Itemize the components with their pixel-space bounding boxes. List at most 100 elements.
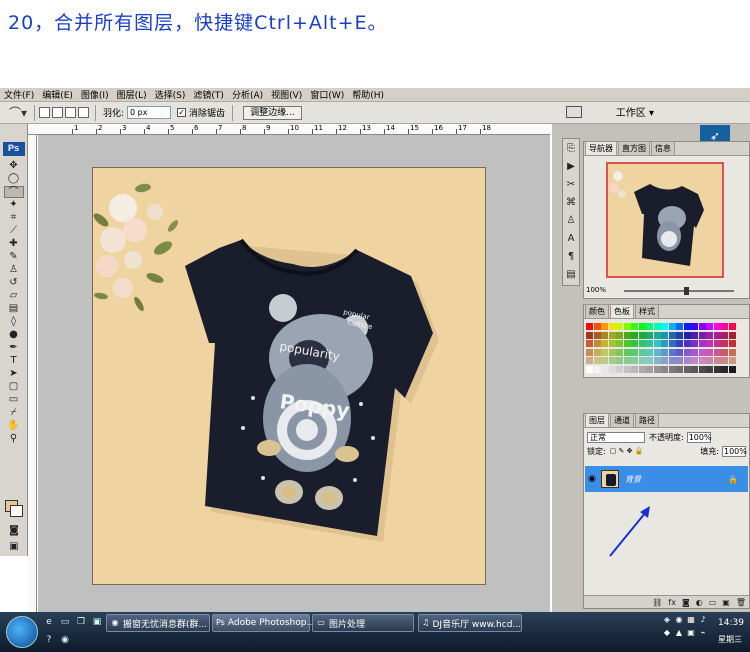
eyedropper-icon[interactable]: ⌿	[4, 407, 24, 419]
color-swatch[interactable]	[668, 357, 676, 364]
color-swatch[interactable]	[713, 323, 721, 330]
notes-tool-icon[interactable]: ▭	[4, 394, 24, 406]
color-swatch[interactable]	[653, 365, 661, 373]
color-swatch[interactable]	[713, 331, 721, 339]
color-swatch[interactable]	[601, 331, 608, 339]
color-swatch[interactable]	[661, 323, 668, 330]
opacity-input[interactable]: 100%	[686, 431, 712, 443]
color-swatch[interactable]	[608, 331, 616, 339]
color-swatch[interactable]	[601, 365, 608, 373]
color-swatch[interactable]	[653, 348, 661, 356]
blur-tool-icon[interactable]: ◊	[4, 316, 24, 328]
layer-row-background[interactable]: ◉ 背景 🔒	[585, 466, 748, 492]
menu-image[interactable]: 图像(I)	[77, 88, 113, 101]
color-swatch[interactable]	[706, 331, 713, 339]
new-selection-icon[interactable]	[39, 107, 50, 118]
color-swatch[interactable]	[728, 340, 736, 347]
color-swatch[interactable]	[691, 348, 698, 356]
color-swatch[interactable]	[721, 323, 728, 330]
color-swatch[interactable]	[661, 357, 668, 364]
tab-navigator[interactable]: 导航器	[585, 141, 617, 155]
subtract-selection-icon[interactable]	[65, 107, 76, 118]
actions-panel-icon[interactable]: ▶	[563, 159, 579, 175]
color-swatch[interactable]	[593, 331, 601, 339]
color-swatch[interactable]	[698, 365, 706, 373]
color-swatch[interactable]	[683, 357, 691, 364]
clone-stamp-icon[interactable]: ♙	[4, 264, 24, 276]
color-swatch[interactable]	[706, 340, 713, 347]
marquee-tool-icon[interactable]: ◯	[4, 173, 24, 185]
taskbar-item-photoshop[interactable]: Ps Adobe Photoshop...	[212, 614, 315, 632]
color-swatch[interactable]	[721, 365, 728, 373]
color-swatch[interactable]	[608, 340, 616, 347]
brushes-panel-icon[interactable]: ⌘	[563, 195, 579, 211]
color-swatch[interactable]	[638, 365, 646, 373]
color-swatch[interactable]	[623, 340, 631, 347]
color-swatch[interactable]	[706, 365, 713, 373]
background-color-swatch[interactable]	[10, 505, 23, 517]
menu-filter[interactable]: 滤镜(T)	[189, 88, 228, 101]
quicklaunch-help-icon[interactable]: ?	[42, 634, 56, 646]
feather-input[interactable]: 0 px	[127, 106, 172, 119]
color-swatch[interactable]	[728, 348, 736, 356]
quicklaunch-app-icon[interactable]: ◉	[58, 634, 72, 646]
adjustment-layer-icon[interactable]: ◐	[696, 598, 703, 607]
eraser-icon[interactable]: ▱	[4, 290, 24, 302]
color-swatch[interactable]	[676, 323, 683, 330]
color-swatch[interactable]	[683, 340, 691, 347]
path-select-icon[interactable]: ➤	[4, 368, 24, 380]
color-swatch[interactable]	[631, 331, 638, 339]
color-swatch[interactable]	[698, 348, 706, 356]
color-swatch[interactable]	[623, 357, 631, 364]
color-swatch[interactable]	[668, 323, 676, 330]
color-swatch[interactable]	[653, 340, 661, 347]
color-swatch[interactable]	[676, 348, 683, 356]
tray-qq-icon[interactable]: ◉	[674, 615, 684, 625]
navigator-zoom-slider[interactable]	[624, 287, 734, 295]
tray-volume-icon[interactable]: ♪	[698, 615, 708, 625]
workspace-menu[interactable]: 工作区 ▾	[616, 104, 654, 119]
tab-channels[interactable]: 通道	[610, 413, 634, 427]
color-swatch[interactable]	[691, 340, 698, 347]
tab-paths[interactable]: 路径	[635, 413, 659, 427]
color-swatch[interactable]	[638, 348, 646, 356]
lasso-tool-icon[interactable]: ⌒	[3, 186, 24, 198]
quicklaunch-desktop-icon[interactable]: ▭	[58, 616, 72, 628]
color-swatch[interactable]	[616, 365, 623, 373]
tool-presets-icon[interactable]: ✂	[563, 177, 579, 193]
layer-visibility-eye-icon[interactable]: ◉	[585, 474, 599, 484]
start-button[interactable]	[6, 616, 38, 648]
tray-update-icon[interactable]: ▲	[674, 628, 684, 638]
menu-window[interactable]: 窗口(W)	[306, 88, 348, 101]
screen-mode-toggle-icon[interactable]: ▣	[4, 541, 24, 553]
brush-tool-icon[interactable]: ✎	[4, 251, 24, 263]
color-swatch[interactable]	[691, 357, 698, 364]
color-swatch[interactable]	[676, 365, 683, 373]
color-swatch[interactable]	[623, 331, 631, 339]
delete-layer-icon[interactable]: 🗑	[736, 598, 746, 607]
refine-edge-button[interactable]: 调整边缘...	[243, 105, 302, 120]
color-swatch[interactable]	[631, 365, 638, 373]
menu-edit[interactable]: 编辑(E)	[38, 88, 77, 101]
color-swatch[interactable]	[713, 357, 721, 364]
intersect-selection-icon[interactable]	[78, 107, 89, 118]
color-swatch[interactable]	[661, 365, 668, 373]
color-swatch[interactable]	[728, 323, 736, 330]
add-mask-icon[interactable]: ◙	[682, 598, 690, 607]
color-swatch[interactable]	[616, 323, 623, 330]
color-swatch[interactable]	[586, 357, 593, 364]
dodge-tool-icon[interactable]: ●	[4, 329, 24, 341]
color-swatch[interactable]	[586, 323, 593, 330]
taskbar-item-messenger[interactable]: ◉ 搬窗无忧消息群(群...	[106, 614, 210, 632]
color-swatch[interactable]	[721, 357, 728, 364]
add-selection-icon[interactable]	[52, 107, 63, 118]
color-swatch[interactable]	[683, 323, 691, 330]
color-swatch[interactable]	[601, 323, 608, 330]
color-swatch[interactable]	[631, 340, 638, 347]
color-swatch[interactable]	[706, 348, 713, 356]
quicklaunch-switch-icon[interactable]: ❐	[74, 616, 88, 628]
zoom-tool-icon[interactable]: ⚲	[4, 433, 24, 445]
color-swatch[interactable]	[646, 357, 653, 364]
color-swatch[interactable]	[638, 323, 646, 330]
tray-display-icon[interactable]: ▣	[686, 628, 696, 638]
